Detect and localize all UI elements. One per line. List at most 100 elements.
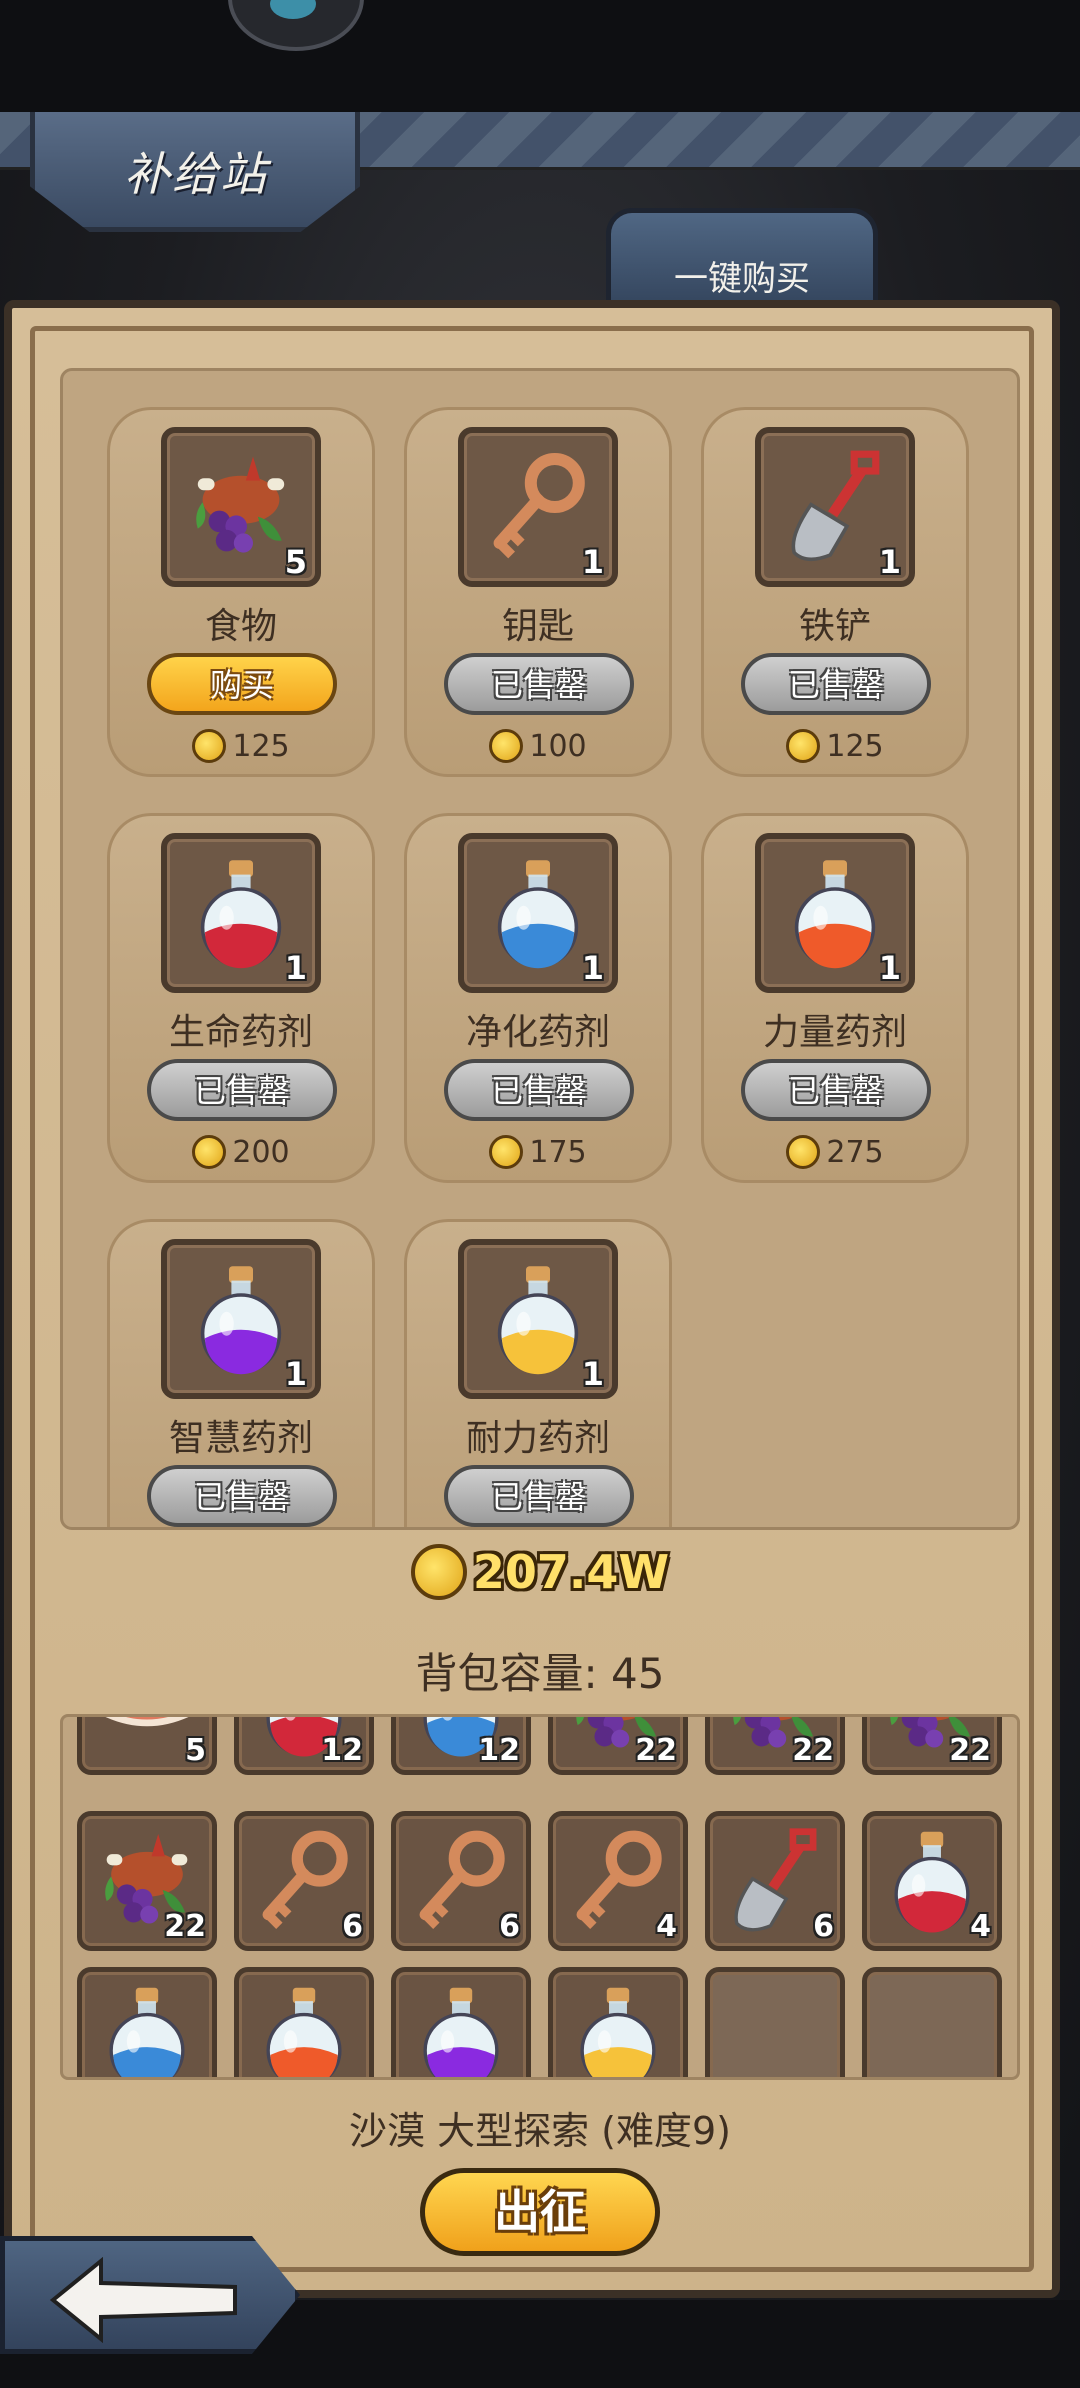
empty-slot bbox=[876, 1981, 988, 2080]
inventory-slot[interactable]: 12 bbox=[391, 1717, 531, 1775]
purple-potion-icon bbox=[423, 1987, 499, 2077]
inventory-slot[interactable]: 6 bbox=[705, 1811, 845, 1951]
inventory-slot[interactable]: 4 bbox=[548, 1811, 688, 1951]
buy-button[interactable]: 购买 bbox=[147, 653, 337, 715]
gold-amount: 207.4W bbox=[472, 1545, 670, 1599]
price-value: 275 bbox=[826, 1135, 884, 1170]
item-slot[interactable]: 1 bbox=[458, 1239, 618, 1399]
shop-item-card: 1 耐力药剂已售罄 bbox=[404, 1219, 672, 1527]
coin-icon bbox=[786, 1135, 821, 1169]
item-count: 1 bbox=[284, 949, 307, 987]
inventory-slot[interactable]: 22 bbox=[77, 1811, 217, 1951]
item-count: 1 bbox=[878, 543, 901, 581]
bag-capacity: 背包容量: 45 bbox=[415, 1649, 665, 1698]
item-slot[interactable]: 5 bbox=[161, 427, 321, 587]
blue-potion-icon bbox=[497, 860, 579, 969]
item-count: 1 bbox=[581, 543, 604, 581]
blue-potion-icon bbox=[109, 1987, 185, 2077]
game-screen: 补给站 一键购买 5 食物 购买 125 1 钥匙 已售罄 100 1 铁铲 已售罄 125 1 生命药剂… bbox=[0, 0, 1080, 2388]
inventory-count: 12 bbox=[321, 1733, 363, 1768]
depart-button[interactable]: 出征 bbox=[420, 2168, 660, 2256]
back-button[interactable] bbox=[0, 2236, 300, 2354]
price-value: 100 bbox=[529, 729, 587, 764]
page-title: 补给站 bbox=[124, 147, 268, 201]
inventory-count: 12 bbox=[478, 1733, 520, 1768]
item-price: 275 bbox=[701, 1135, 969, 1170]
item-slot[interactable]: 1 bbox=[161, 1239, 321, 1399]
sold-out-button[interactable]: 已售罄 bbox=[444, 1465, 634, 1527]
inventory-count: 6 bbox=[813, 1909, 834, 1944]
shop-item-card: 1 生命药剂已售罄 200 bbox=[107, 813, 375, 1183]
inventory-count: 5 bbox=[185, 1733, 206, 1768]
yellow-potion-icon bbox=[497, 1266, 579, 1375]
sold-out-button[interactable]: 已售罄 bbox=[444, 653, 634, 715]
inventory-slot[interactable] bbox=[234, 1967, 374, 2077]
inventory-slot[interactable]: 6 bbox=[234, 1811, 374, 1951]
back-arrow-icon bbox=[49, 2257, 237, 2343]
item-price: 200 bbox=[107, 1135, 375, 1170]
sold-out-button[interactable]: 已售罄 bbox=[147, 1059, 337, 1121]
inventory-slot[interactable]: 4 bbox=[862, 1811, 1002, 1951]
shop-item-card: 1 智慧药剂已售罄 bbox=[107, 1219, 375, 1527]
inventory-count: 4 bbox=[656, 1909, 677, 1944]
inventory-count: 6 bbox=[342, 1909, 363, 1944]
item-slot[interactable]: 1 bbox=[458, 833, 618, 993]
inventory-slot[interactable]: 22 bbox=[862, 1717, 1002, 1775]
item-name: 食物 bbox=[204, 606, 277, 647]
inventory-slot[interactable]: 22 bbox=[548, 1717, 688, 1775]
item-price: 100 bbox=[404, 729, 672, 764]
inventory-slot[interactable] bbox=[548, 1967, 688, 2077]
shop-grid[interactable]: 5 食物 购买 125 1 钥匙 已售罄 100 1 铁铲 已售罄 125 1 生命药剂 已售罄 200 1 净化… bbox=[60, 368, 1020, 1530]
empty-slot bbox=[719, 1981, 831, 2080]
item-count: 1 bbox=[581, 1355, 604, 1393]
inventory-slot[interactable]: 22 bbox=[705, 1717, 845, 1775]
inventory-grid[interactable]: 5 12 12 22 22 22 22 6 6 4 6 4 bbox=[60, 1714, 1020, 2080]
shop-item-card: 1 钥匙已售罄 100 bbox=[404, 407, 672, 777]
item-name: 力量药剂 bbox=[762, 1012, 907, 1053]
price-value: 125 bbox=[232, 729, 290, 764]
item-slot[interactable]: 1 bbox=[458, 427, 618, 587]
inventory-slot[interactable]: 6 bbox=[391, 1811, 531, 1951]
price-value: 125 bbox=[826, 729, 884, 764]
buy-all-label: 一键购买 bbox=[674, 259, 810, 299]
coin-icon bbox=[786, 729, 821, 763]
coin-icon bbox=[489, 1135, 524, 1169]
inventory-slot[interactable] bbox=[862, 1967, 1002, 2080]
coin-icon bbox=[192, 729, 227, 763]
shovel-icon bbox=[791, 450, 880, 561]
item-name: 铁铲 bbox=[798, 606, 871, 647]
inventory-slot[interactable]: 12 bbox=[234, 1717, 374, 1775]
sold-out-button[interactable]: 已售罄 bbox=[147, 1465, 337, 1527]
buy-all-button[interactable]: 一键购买 bbox=[606, 208, 878, 310]
item-slot[interactable]: 1 bbox=[755, 833, 915, 993]
purple-potion-icon bbox=[200, 1266, 282, 1375]
orange-potion-icon bbox=[794, 860, 876, 969]
inventory-slot[interactable] bbox=[77, 1967, 217, 2077]
sold-out-button[interactable]: 已售罄 bbox=[444, 1059, 634, 1121]
item-slot[interactable]: 1 bbox=[161, 833, 321, 993]
sold-out-button[interactable]: 已售罄 bbox=[741, 653, 931, 715]
item-count: 5 bbox=[284, 543, 307, 581]
item-price: 175 bbox=[404, 1135, 672, 1170]
inventory-slot[interactable]: 5 bbox=[77, 1717, 217, 1775]
sold-out-button[interactable]: 已售罄 bbox=[741, 1059, 931, 1121]
inventory-slot[interactable] bbox=[705, 1967, 845, 2080]
inventory-count: 22 bbox=[635, 1733, 677, 1768]
inventory-count: 4 bbox=[970, 1909, 991, 1944]
item-name: 耐力药剂 bbox=[465, 1418, 610, 1459]
item-price: 125 bbox=[701, 729, 969, 764]
shop-item-card: 1 净化药剂已售罄 175 bbox=[404, 813, 672, 1183]
coin-icon bbox=[192, 1135, 227, 1169]
shop-item-card: 1 铁铲已售罄 125 bbox=[701, 407, 969, 777]
price-value: 175 bbox=[529, 1135, 587, 1170]
coin-icon bbox=[410, 1544, 467, 1600]
item-name: 生命药剂 bbox=[168, 1012, 313, 1053]
item-slot[interactable]: 1 bbox=[755, 427, 915, 587]
inventory-slot[interactable] bbox=[391, 1967, 531, 2077]
inventory-count: 22 bbox=[949, 1733, 991, 1768]
item-count: 1 bbox=[581, 949, 604, 987]
price-value: 200 bbox=[232, 1135, 290, 1170]
item-name: 钥匙 bbox=[501, 606, 574, 647]
item-name: 净化药剂 bbox=[465, 1012, 610, 1053]
item-name: 智慧药剂 bbox=[168, 1418, 313, 1459]
